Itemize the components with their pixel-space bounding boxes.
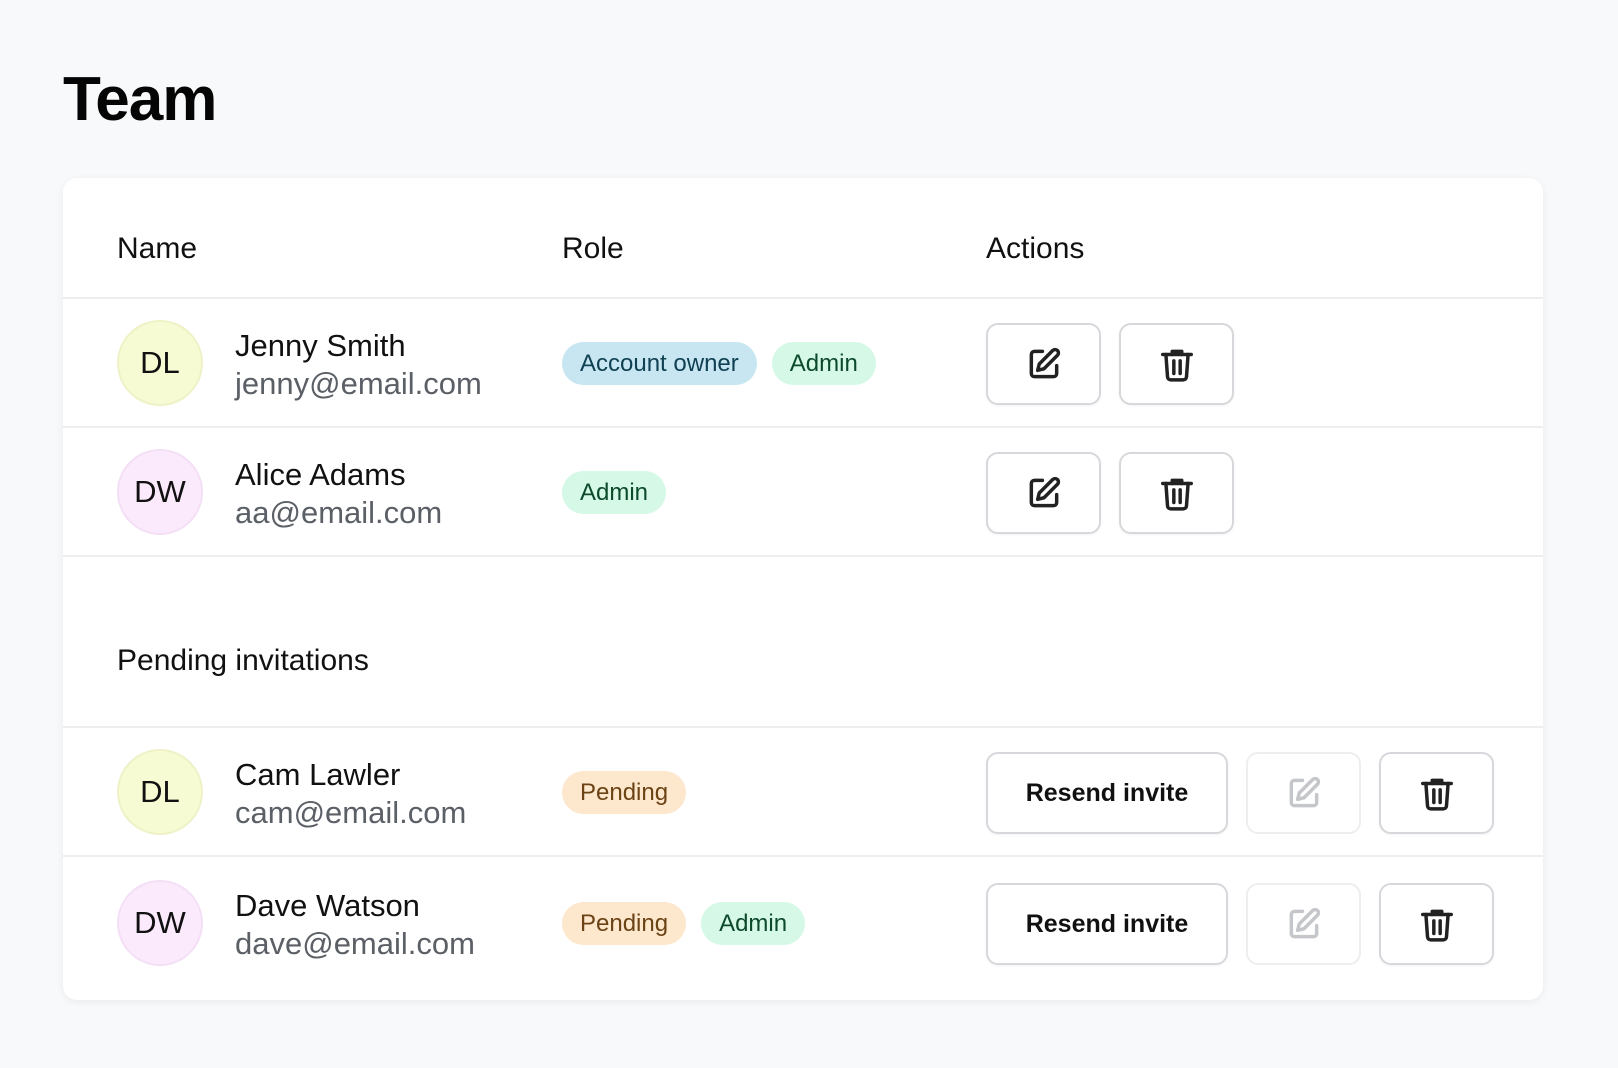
role-badges: Pending Admin <box>562 902 806 945</box>
member-name: Jenny Smith <box>235 328 406 363</box>
member-email: jenny@email.com <box>235 366 482 401</box>
header-name: Name <box>117 232 198 265</box>
member-info: Dave Watson dave@email.com <box>235 887 475 963</box>
avatar: DL <box>117 749 203 835</box>
row-actions: Resend invite <box>986 752 1494 834</box>
role-badge-admin: Admin <box>562 471 667 514</box>
trash-icon <box>1420 909 1453 942</box>
role-badge-account-owner: Account owner <box>562 342 757 385</box>
edit-button[interactable] <box>986 452 1101 534</box>
resend-invite-button[interactable]: Resend invite <box>986 883 1228 965</box>
member-info: Alice Adams aa@email.com <box>235 456 442 532</box>
header-actions: Actions <box>986 232 1085 265</box>
row-actions: Resend invite <box>986 883 1494 965</box>
member-name: Dave Watson <box>235 888 420 923</box>
trash-icon <box>1160 349 1193 382</box>
status-badge-pending: Pending <box>562 771 687 814</box>
edit-icon <box>1289 776 1320 808</box>
edit-icon <box>1289 907 1320 939</box>
table-row: DW Dave Watson dave@email.com Pending Ad… <box>63 859 1543 988</box>
edit-icon <box>1029 347 1060 379</box>
edit-icon <box>1029 476 1060 508</box>
table-row: DW Alice Adams aa@email.com Admin <box>63 428 1543 557</box>
role-badge-admin: Admin <box>771 342 876 385</box>
avatar: DL <box>117 320 203 406</box>
table-row: DL Cam Lawler cam@email.com Pending Rese… <box>63 728 1543 857</box>
table-row: DL Jenny Smith jenny@email.com Account o… <box>63 299 1543 428</box>
pending-invitations-title: Pending invitations <box>117 644 369 677</box>
header-role: Role <box>562 232 624 265</box>
page-title: Team <box>63 65 217 134</box>
table-header: Name Role Actions <box>63 178 1543 299</box>
avatar: DW <box>117 880 203 966</box>
member-info: Cam Lawler cam@email.com <box>235 756 466 832</box>
row-actions <box>986 452 1234 534</box>
delete-button[interactable] <box>1379 883 1494 965</box>
member-email: cam@email.com <box>235 795 467 830</box>
role-badges: Pending <box>562 771 687 814</box>
member-email: dave@email.com <box>235 926 475 961</box>
member-name: Cam Lawler <box>235 757 401 792</box>
edit-button-disabled[interactable] <box>1246 883 1361 965</box>
status-badge-pending: Pending <box>562 902 687 945</box>
role-badges: Account owner Admin <box>562 342 876 385</box>
avatar: DW <box>117 449 203 535</box>
role-badge-admin: Admin <box>701 902 806 945</box>
row-actions <box>986 323 1234 405</box>
edit-button-disabled[interactable] <box>1246 752 1361 834</box>
resend-invite-button[interactable]: Resend invite <box>986 752 1228 834</box>
member-email: aa@email.com <box>235 495 443 530</box>
role-badges: Admin <box>562 471 667 514</box>
trash-icon <box>1160 478 1193 511</box>
delete-button[interactable] <box>1119 323 1234 405</box>
trash-icon <box>1420 778 1453 811</box>
member-name: Alice Adams <box>235 457 406 492</box>
delete-button[interactable] <box>1119 452 1234 534</box>
team-card: Name Role Actions DL Jenny Smith jenny@e… <box>63 178 1543 1000</box>
member-info: Jenny Smith jenny@email.com <box>235 327 482 403</box>
edit-button[interactable] <box>986 323 1101 405</box>
delete-button[interactable] <box>1379 752 1494 834</box>
